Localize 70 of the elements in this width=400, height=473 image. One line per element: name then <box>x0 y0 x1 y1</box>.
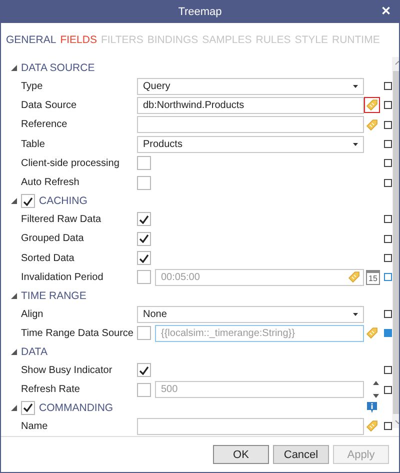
property-marker[interactable] <box>384 234 392 243</box>
section-title: TIME RANGE <box>21 290 86 302</box>
checkbox[interactable] <box>21 400 35 415</box>
expand-icon[interactable] <box>11 198 17 204</box>
expand-icon[interactable] <box>11 404 17 411</box>
section-title: CACHING <box>39 195 88 208</box>
expand-icon[interactable] <box>11 292 17 299</box>
property-marker[interactable] <box>384 310 392 318</box>
dropdown[interactable]: Products <box>137 136 364 153</box>
section-title: COMMANDING <box>39 402 114 414</box>
property-marker[interactable] <box>384 254 392 262</box>
section-title: DATA <box>21 346 48 358</box>
expand-icon[interactable] <box>11 348 17 355</box>
dialog-button[interactable]: OK <box>213 445 269 464</box>
property-marker[interactable] <box>384 215 392 224</box>
binding-button[interactable] <box>364 97 380 114</box>
property-marker[interactable] <box>384 422 392 430</box>
property-label: Filtered Raw Data <box>21 214 102 225</box>
checkbox[interactable] <box>137 156 151 170</box>
input-field[interactable] <box>137 418 364 435</box>
section-title: DATA SOURCE <box>21 62 95 74</box>
info-icon[interactable] <box>366 401 378 414</box>
property-label: Reference <box>21 119 68 130</box>
property-label: Type <box>21 80 44 92</box>
property-marker[interactable] <box>384 366 392 374</box>
tag-icon <box>348 271 360 284</box>
close-button[interactable]: ✕ <box>379 4 393 18</box>
property-marker[interactable] <box>384 140 392 148</box>
checkbox[interactable] <box>137 232 151 246</box>
property-label: Invalidation Period <box>21 272 104 283</box>
property-marker[interactable] <box>384 159 392 168</box>
checkbox[interactable] <box>137 212 151 226</box>
input-field[interactable] <box>137 116 364 134</box>
property-label: Grouped Data <box>21 233 85 244</box>
tab[interactable]: GENERAL <box>6 33 56 47</box>
check-icon <box>139 366 149 375</box>
caret-icon <box>353 84 358 88</box>
property-label: Name <box>21 420 49 432</box>
property-label: Client-side processing <box>21 158 120 169</box>
property-marker[interactable] <box>384 82 392 90</box>
dropdown[interactable]: Query <box>137 78 364 95</box>
property-label: Show Busy Indicator <box>21 364 114 376</box>
dialog-button[interactable]: Cancel <box>273 445 329 464</box>
tag-icon <box>366 420 378 432</box>
window-title: Treemap <box>178 6 222 18</box>
property-marker[interactable] <box>384 101 392 110</box>
checkbox[interactable] <box>137 251 151 266</box>
property-label: Align <box>21 308 44 320</box>
property-label: Table <box>21 138 46 150</box>
property-marker[interactable] <box>384 120 392 129</box>
expand-icon[interactable] <box>11 64 17 71</box>
check-icon <box>23 403 33 412</box>
checkbox[interactable] <box>137 176 151 190</box>
tag-icon <box>366 99 378 112</box>
input-field[interactable]: db:Northwind.Products <box>137 96 364 114</box>
checkbox[interactable] <box>21 194 35 208</box>
tag-icon <box>366 327 378 340</box>
property-label: Data Source <box>21 100 78 111</box>
property-label: Time Range Data Source <box>21 328 134 339</box>
property-label: Auto Refresh <box>21 177 80 188</box>
check-icon <box>23 196 33 206</box>
property-marker[interactable] <box>384 178 392 187</box>
tag-icon <box>366 118 378 131</box>
tab[interactable]: FIELDS <box>60 33 97 47</box>
checkbox[interactable] <box>137 363 151 378</box>
caret-icon <box>353 142 358 146</box>
caret-icon <box>353 312 358 316</box>
property-label: Sorted Data <box>21 252 76 264</box>
dropdown[interactable]: None <box>137 306 364 323</box>
property-label: Refresh Rate <box>21 384 81 396</box>
